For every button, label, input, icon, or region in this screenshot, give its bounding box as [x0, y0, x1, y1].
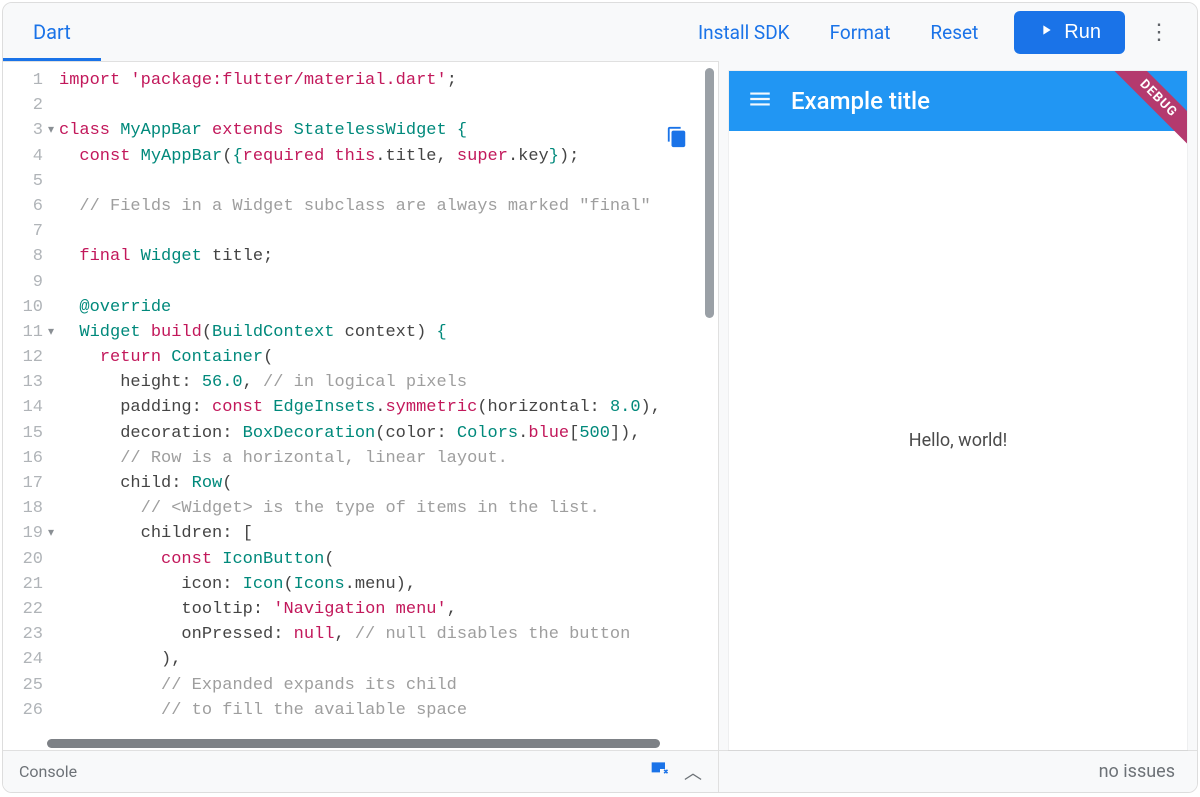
more-vert-icon: ⋮	[1148, 20, 1170, 45]
code-line[interactable]: import 'package:flutter/material.dart';	[59, 68, 718, 93]
chevron-up-icon: ︿	[684, 763, 702, 784]
line-number: 26	[3, 698, 43, 723]
code-line[interactable]: @override	[59, 295, 718, 320]
line-number: 17	[3, 471, 43, 496]
line-number: 20	[3, 547, 43, 572]
code-line[interactable]: const MyAppBar({required this.title, sup…	[59, 144, 718, 169]
line-number: 2	[3, 93, 43, 118]
vertical-scrollbar[interactable]	[705, 68, 714, 318]
editor-pane: 1234567891011121314151617181920212223242…	[3, 61, 719, 792]
horizontal-scrollbar[interactable]	[47, 739, 660, 748]
line-number: 14	[3, 395, 43, 420]
code-line[interactable]: Widget build(BuildContext context) {	[59, 320, 718, 345]
run-button[interactable]: Run	[1014, 11, 1125, 54]
reset-button[interactable]: Reset	[914, 13, 994, 52]
status-bar: no issues	[719, 750, 1197, 792]
line-number: 1	[3, 68, 43, 93]
line-number: 12	[3, 345, 43, 370]
line-number: 7	[3, 219, 43, 244]
code-line[interactable]: padding: const EdgeInsets.symmetric(hori…	[59, 395, 718, 420]
run-button-label: Run	[1064, 21, 1101, 44]
code-line[interactable]: final Widget title;	[59, 244, 718, 269]
line-number: 10	[3, 295, 43, 320]
clear-icon	[650, 763, 670, 784]
copy-icon	[666, 133, 688, 152]
install-sdk-button[interactable]: Install SDK	[682, 13, 806, 52]
code-line[interactable]: return Container(	[59, 345, 718, 370]
line-number: 25	[3, 673, 43, 698]
nav-menu-button[interactable]	[747, 86, 773, 116]
code-line[interactable]: const IconButton(	[59, 547, 718, 572]
code-line[interactable]: height: 56.0, // in logical pixels	[59, 370, 718, 395]
code-line[interactable]: icon: Icon(Icons.menu),	[59, 572, 718, 597]
line-number: 13	[3, 370, 43, 395]
clear-console-button[interactable]	[650, 759, 670, 784]
line-number: 22	[3, 597, 43, 622]
code-editor[interactable]: 1234567891011121314151617181920212223242…	[3, 61, 718, 750]
preview-body-text: Hello, world!	[909, 430, 1007, 451]
code-line[interactable]	[59, 169, 718, 194]
preview-pane: Example title Hello, world! DEBUG no iss…	[719, 61, 1197, 792]
appbar-title: Example title	[791, 87, 930, 115]
code-line[interactable]: onPressed: null, // null disables the bu…	[59, 622, 718, 647]
console-bar: Console ︿	[3, 750, 718, 792]
code-line[interactable]: // <Widget> is the type of items in the …	[59, 496, 718, 521]
copy-code-button[interactable]	[666, 126, 688, 148]
code-line[interactable]: decoration: BoxDecoration(color: Colors.…	[59, 421, 718, 446]
line-number: 23	[3, 622, 43, 647]
app-preview: Example title Hello, world! DEBUG	[729, 71, 1187, 750]
line-gutter: 1234567891011121314151617181920212223242…	[3, 62, 47, 750]
line-number: 5	[3, 169, 43, 194]
line-number: 3	[3, 118, 43, 143]
tab-dart[interactable]: Dart	[3, 4, 101, 61]
line-number: 18	[3, 496, 43, 521]
preview-body: Hello, world!	[729, 131, 1187, 750]
play-icon	[1038, 21, 1054, 44]
code-line[interactable]: // Fields in a Widget subclass are alway…	[59, 194, 718, 219]
code-line[interactable]: children: [	[59, 521, 718, 546]
code-line[interactable]: child: Row(	[59, 471, 718, 496]
code-line[interactable]	[59, 270, 718, 295]
line-number: 21	[3, 572, 43, 597]
line-number: 9	[3, 270, 43, 295]
line-number: 11	[3, 320, 43, 345]
code-line[interactable]: // Row is a horizontal, linear layout.	[59, 446, 718, 471]
line-number: 8	[3, 244, 43, 269]
toolbar: Dart Install SDK Format Reset Run ⋮	[3, 3, 1197, 61]
overflow-menu-button[interactable]: ⋮	[1139, 12, 1179, 52]
line-number: 24	[3, 647, 43, 672]
status-text[interactable]: no issues	[1099, 761, 1175, 782]
menu-icon	[747, 97, 773, 116]
format-button[interactable]: Format	[814, 13, 907, 52]
code-line[interactable]: // Expanded expands its child	[59, 673, 718, 698]
code-line[interactable]: class MyAppBar extends StatelessWidget {	[59, 118, 718, 143]
line-number: 6	[3, 194, 43, 219]
code-line[interactable]: tooltip: 'Navigation menu',	[59, 597, 718, 622]
code-area[interactable]: import 'package:flutter/material.dart'; …	[47, 62, 718, 750]
line-number: 15	[3, 421, 43, 446]
code-line[interactable]: ),	[59, 647, 718, 672]
code-line[interactable]	[59, 219, 718, 244]
code-line[interactable]	[59, 93, 718, 118]
code-line[interactable]: // to fill the available space	[59, 698, 718, 723]
preview-appbar: Example title	[729, 71, 1187, 131]
line-number: 4	[3, 144, 43, 169]
line-number: 19	[3, 521, 43, 546]
line-number: 16	[3, 446, 43, 471]
console-label: Console	[19, 762, 636, 781]
console-toggle-button[interactable]: ︿	[684, 759, 702, 785]
